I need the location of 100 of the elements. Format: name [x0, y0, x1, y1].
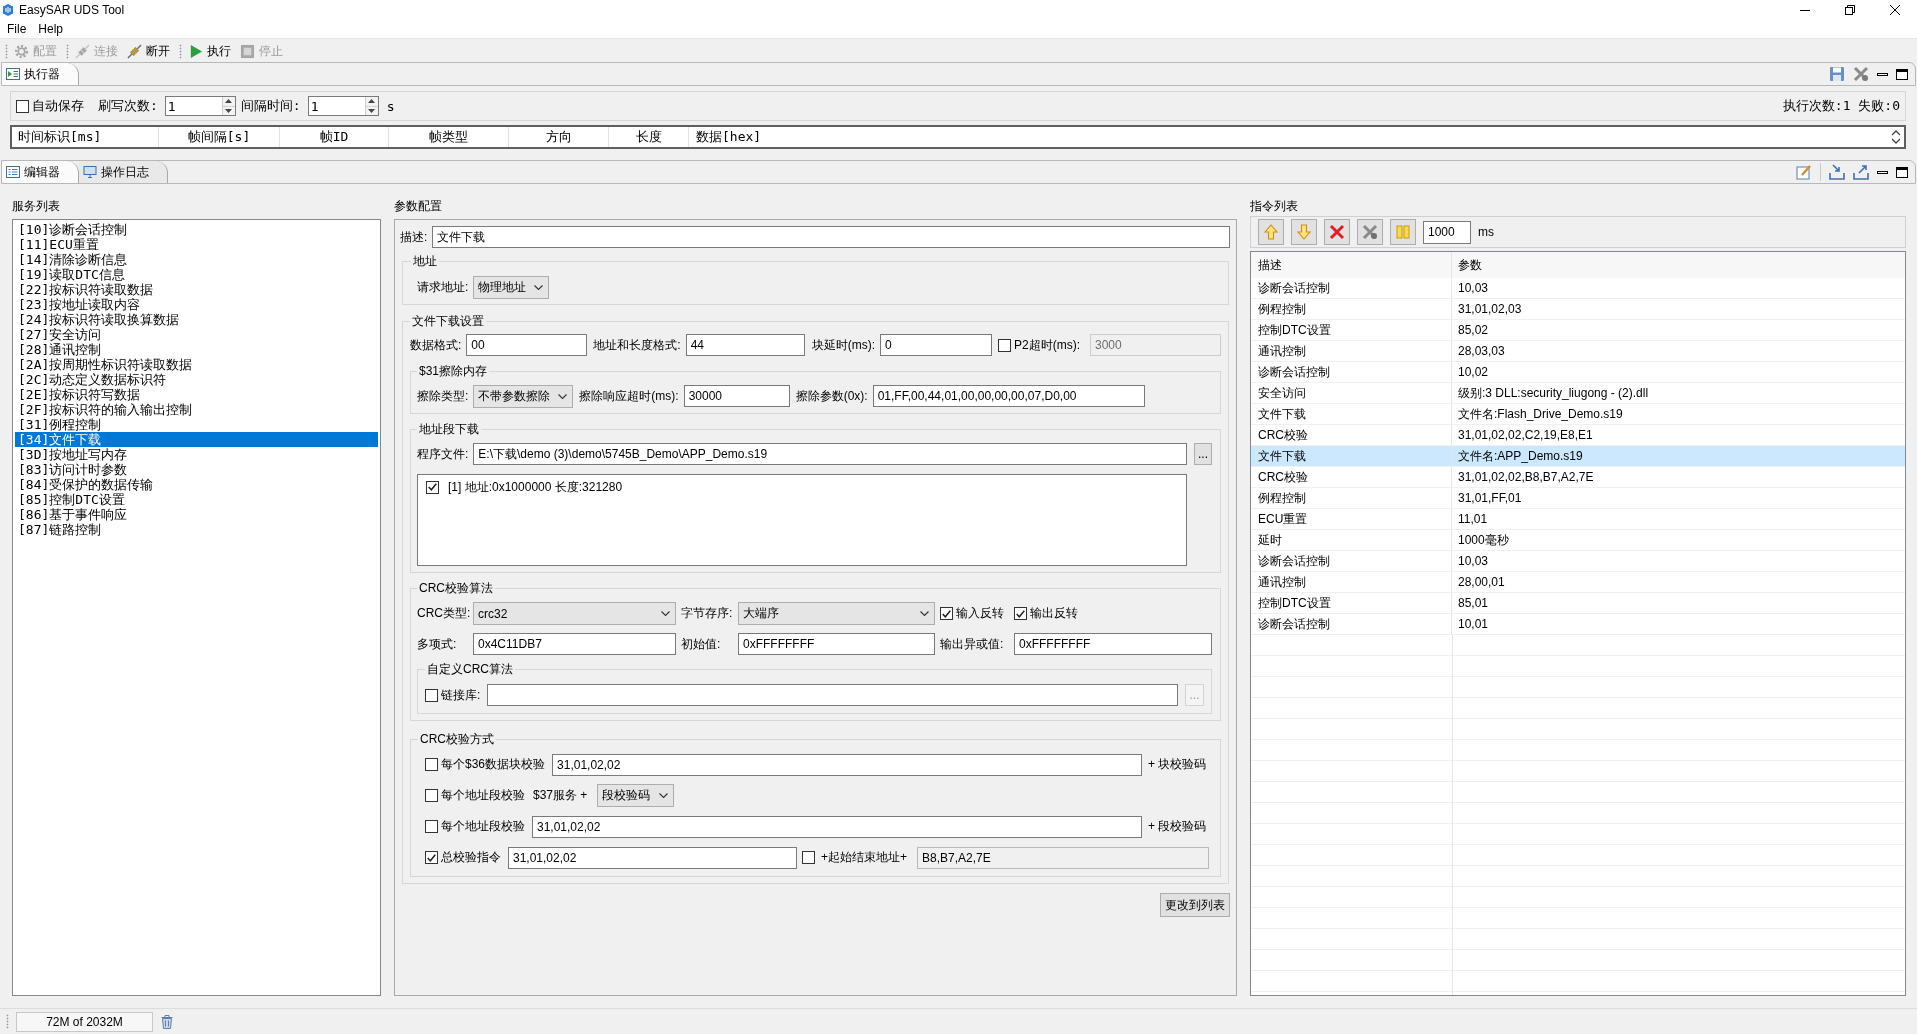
- dropdown[interactable]: 段校验码: [597, 784, 675, 807]
- list-item[interactable]: [2F]按标识符的输入输出控制: [15, 402, 378, 417]
- table-row[interactable]: 控制DTC设置 85,01: [1251, 593, 1905, 614]
- input-field[interactable]: 0xFFFFFFFF: [738, 633, 935, 655]
- list-item[interactable]: [3D]按地址写内存: [15, 447, 378, 462]
- input-field[interactable]: 44: [685, 334, 805, 356]
- list-item[interactable]: [28]通讯控制: [15, 342, 378, 357]
- table-row[interactable]: 控制DTC设置 85,02: [1251, 320, 1905, 341]
- list-item[interactable]: [2C]动态定义数据标识符: [15, 372, 378, 387]
- close-icon[interactable]: [1889, 5, 1900, 15]
- input-field[interactable]: 31,01,02,02: [508, 846, 797, 869]
- table-row[interactable]: 例程控制 31,01,02,03: [1251, 299, 1905, 320]
- table-row[interactable]: CRC校验 31,01,02,02,B8,B7,A2,7E: [1251, 467, 1905, 488]
- list-item[interactable]: [19]读取DTC信息: [15, 267, 378, 282]
- checkbox[interactable]: [425, 851, 438, 864]
- dropdown[interactable]: 大端序: [738, 602, 935, 625]
- input-field[interactable]: 31,01,02,02: [552, 753, 1142, 776]
- checkbox[interactable]: [998, 338, 1011, 352]
- input-field[interactable]: 0xFFFFFFFF: [1014, 633, 1212, 655]
- toolbar-button[interactable]: 执行: [185, 41, 234, 61]
- export-icon[interactable]: [1853, 164, 1869, 180]
- checkbox[interactable]: [425, 758, 438, 771]
- checkbox[interactable]: [425, 789, 438, 802]
- list-item[interactable]: [24]按标识符读取换算数据: [15, 312, 378, 327]
- delete-button[interactable]: [1324, 219, 1350, 245]
- toolbar-button[interactable]: 断开: [124, 41, 173, 61]
- table-row[interactable]: 通讯控制 28,00,01: [1251, 572, 1905, 593]
- list-item[interactable]: [23]按地址读取内容: [15, 297, 378, 312]
- table-row[interactable]: 文件下载 文件名:APP_Demo.s19: [1251, 446, 1905, 467]
- scroll-arrows-icon[interactable]: [1891, 128, 1901, 146]
- checkbox[interactable]: [802, 851, 815, 864]
- table-row[interactable]: 安全访问 级别:3 DLL:security_liugong - (2).dll: [1251, 383, 1905, 404]
- browse-button[interactable]: ...: [1194, 443, 1212, 465]
- edit-icon[interactable]: [1796, 164, 1812, 180]
- menu-item[interactable]: File: [1, 20, 33, 38]
- minimize-icon[interactable]: [1799, 9, 1810, 11]
- table-row[interactable]: 诊断会话控制 10,03: [1251, 551, 1905, 572]
- input-field[interactable]: 00: [466, 334, 588, 356]
- checkbox[interactable]: [1014, 607, 1027, 620]
- spin-down-button[interactable]: [365, 106, 378, 115]
- maximize-icon[interactable]: [1896, 166, 1908, 178]
- list-item[interactable]: [84]受保护的数据传输: [15, 477, 378, 492]
- list-item[interactable]: [22]按标识符读取数据: [15, 282, 378, 297]
- import-icon[interactable]: [1829, 164, 1845, 180]
- input-field[interactable]: 3000: [1090, 334, 1221, 356]
- list-item[interactable]: [11]ECU重置: [15, 237, 378, 252]
- table-row[interactable]: ECU重置 11,01: [1251, 509, 1905, 530]
- table-row[interactable]: 延时 1000毫秒: [1251, 530, 1905, 551]
- maximize-icon[interactable]: [1896, 68, 1908, 80]
- clear-icon[interactable]: [1853, 66, 1869, 82]
- table-row[interactable]: 诊断会话控制 10,01: [1251, 614, 1905, 635]
- checkbox[interactable]: [16, 99, 29, 113]
- list-item[interactable]: [2A]按周期性标识符读取数据: [15, 357, 378, 372]
- list-item[interactable]: [87]链路控制: [15, 522, 378, 537]
- input-field[interactable]: 0: [880, 334, 992, 356]
- table-row[interactable]: 通讯控制 28,03,03: [1251, 341, 1905, 362]
- table-row[interactable]: 文件下载 文件名:Flash_Drive_Demo.s19: [1251, 404, 1905, 425]
- checkbox[interactable]: [425, 820, 438, 833]
- list-item[interactable]: [85]控制DTC设置: [15, 492, 378, 507]
- dropdown[interactable]: 不带参数擦除: [473, 384, 574, 408]
- checkbox[interactable]: [426, 480, 439, 494]
- list-item[interactable]: [14]清除诊断信息: [15, 252, 378, 267]
- table-row[interactable]: 诊断会话控制 10,02: [1251, 362, 1905, 383]
- list-item[interactable]: [34]文件下载: [15, 432, 378, 447]
- input-field[interactable]: 01,FF,00,44,01,00,00,00,00,07,D0,00: [872, 385, 1145, 407]
- list-item[interactable]: [27]安全访问: [15, 327, 378, 342]
- list-item[interactable]: [86]基于事件响应: [15, 507, 378, 522]
- view-tab[interactable]: 编辑器: [2, 161, 79, 183]
- minimize-icon[interactable]: [1877, 170, 1888, 174]
- input-field[interactable]: 30000: [683, 385, 790, 407]
- segment-list[interactable]: [1] 地址:0x1000000 长度:321280: [417, 474, 1187, 566]
- list-item[interactable]: [2E]按标识符写数据: [15, 387, 378, 402]
- input-field[interactable]: 0x4C11DB7: [473, 633, 676, 655]
- checkbox[interactable]: [940, 607, 953, 620]
- view-tab[interactable]: 执行器: [2, 63, 79, 85]
- view-tab[interactable]: 操作日志: [79, 161, 168, 183]
- number-spinner[interactable]: 1: [164, 96, 236, 116]
- table-row[interactable]: 例程控制 31,01,FF,01: [1251, 488, 1905, 509]
- dropdown[interactable]: crc32: [473, 602, 676, 625]
- input-field[interactable]: 文件下载: [432, 226, 1230, 248]
- input-field[interactable]: 31,01,02,02: [532, 815, 1142, 838]
- trash-icon[interactable]: [161, 1014, 173, 1029]
- spin-down-button[interactable]: [222, 106, 235, 115]
- input-field[interactable]: B8,B7,A2,7E: [917, 846, 1209, 869]
- checkbox[interactable]: [425, 688, 438, 702]
- dropdown[interactable]: 物理地址: [473, 275, 550, 299]
- restore-icon[interactable]: [1844, 5, 1855, 15]
- input-field[interactable]: E:\下载\demo (3)\demo\5745B_Demo\APP_Demo.s19: [473, 443, 1187, 465]
- table-row[interactable]: 诊断会话控制 10,03: [1251, 278, 1905, 299]
- menu-item[interactable]: Help: [32, 20, 70, 38]
- list-item[interactable]: [83]访问计时参数: [15, 462, 378, 477]
- clear-button[interactable]: [1357, 219, 1383, 245]
- service-list[interactable]: [12, 219, 381, 996]
- minimize-icon[interactable]: [1877, 72, 1888, 76]
- number-spinner[interactable]: 1: [307, 96, 379, 116]
- input-field[interactable]: [487, 684, 1178, 706]
- apply-button[interactable]: 更改到列表: [1160, 893, 1230, 917]
- delay-field[interactable]: 1000: [1423, 220, 1471, 244]
- save-icon[interactable]: [1829, 66, 1845, 82]
- list-item[interactable]: [31]例程控制: [15, 417, 378, 432]
